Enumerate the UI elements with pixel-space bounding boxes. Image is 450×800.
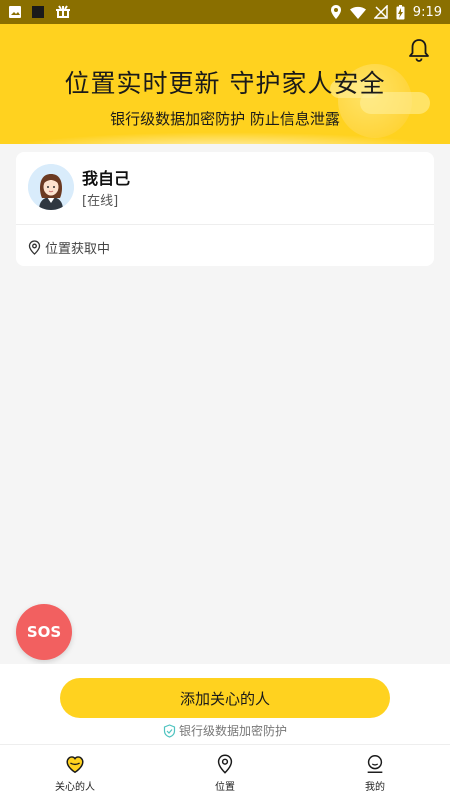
status-bar: 9:19 [0, 0, 450, 24]
profile-icon [367, 754, 383, 773]
header-subtitle: 银行级数据加密防护 防止信息泄露 [110, 110, 340, 128]
header-banner: 位置实时更新 守护家人安全 银行级数据加密防护 防止信息泄露 [0, 24, 450, 144]
header-glow [0, 132, 450, 144]
member-location: 位置获取中 [28, 238, 110, 257]
tab-mine[interactable]: 我的 [300, 745, 450, 800]
bottom-panel: 添加关心的人 银行级数据加密防护 [0, 664, 450, 744]
member-card[interactable]: 我自己 [在线] 位置获取中 [16, 152, 434, 266]
tab-label: 我的 [365, 781, 385, 793]
secure-note: 银行级数据加密防护 [0, 722, 450, 739]
heart-icon [66, 755, 84, 773]
bottom-tab-bar: 关心的人 位置 我的 [0, 744, 450, 800]
no-signal-icon [373, 5, 388, 19]
bug-icon [56, 5, 70, 18]
member-status: [在线] [82, 194, 119, 209]
location-pin-icon [28, 240, 41, 255]
app-square-icon [32, 6, 44, 18]
tab-location[interactable]: 位置 [150, 745, 300, 800]
tab-label: 位置 [215, 781, 235, 793]
location-text: 位置获取中 [45, 242, 111, 257]
wifi-icon [349, 6, 366, 19]
card-divider [16, 224, 434, 225]
add-contact-button[interactable]: 添加关心的人 [60, 678, 390, 718]
header-title: 位置实时更新 守护家人安全 [64, 69, 386, 98]
tab-care[interactable]: 关心的人 [0, 745, 150, 800]
location-pin-icon [217, 754, 233, 774]
secure-note-text: 银行级数据加密防护 [178, 724, 287, 738]
gallery-icon [9, 6, 21, 18]
bell-icon[interactable] [408, 38, 430, 62]
avatar [28, 164, 74, 210]
sos-button[interactable]: SOS [16, 604, 72, 660]
shield-check-icon [163, 723, 176, 738]
battery-charging-icon [396, 4, 405, 19]
status-time: 9:19 [412, 4, 442, 20]
member-name: 我自己 [82, 169, 131, 188]
tab-label: 关心的人 [55, 781, 95, 793]
location-status-icon [330, 5, 341, 19]
